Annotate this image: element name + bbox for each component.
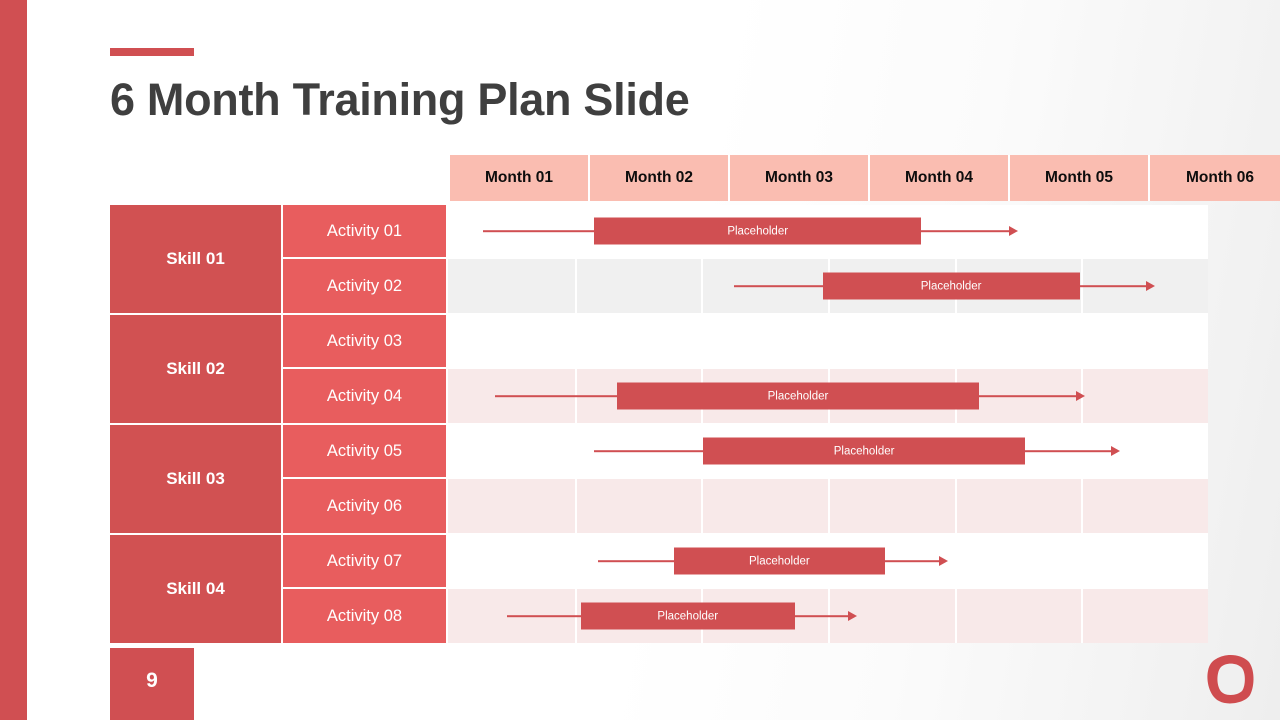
month-gridline — [828, 479, 830, 533]
table-row: Activity 05 Placeholder — [283, 425, 1208, 479]
bar-lead-line — [507, 615, 581, 617]
arrow-head-icon — [939, 556, 949, 566]
month-gridline — [574, 535, 577, 587]
arrow-head-icon — [1009, 226, 1018, 236]
gantt-bar[interactable]: Placeholder — [703, 437, 1025, 465]
month-gridline — [701, 315, 704, 367]
table-row: Activity 08 Placeholder — [283, 589, 1208, 643]
skill-label-1[interactable]: Skill 01 — [110, 205, 283, 313]
activity-label[interactable]: Activity 04 — [283, 369, 448, 423]
timeline-lane: Placeholder — [448, 205, 1208, 257]
timeline-lane: Placeholder — [448, 535, 1208, 587]
skill-group: Skill 01 Activity 01 Placeholder Activity 0… — [110, 205, 1208, 315]
arrow-head-icon — [1110, 446, 1120, 456]
arrow-head-icon — [847, 611, 857, 621]
timeline-lane — [448, 315, 1208, 367]
bar-lead-line — [593, 450, 704, 452]
table-row: Activity 03 — [283, 315, 1208, 369]
month-gridline — [701, 259, 704, 313]
skill-label-3[interactable]: Skill 03 — [110, 425, 283, 533]
skill-group: Skill 03 Activity 05 Placeholder Activity 0… — [110, 425, 1208, 535]
activity-label[interactable]: Activity 07 — [283, 535, 448, 587]
activity-rows: Activity 07 Placeholder Activity 08 Placeho… — [283, 535, 1208, 643]
month-header-cell-4: Month 04 — [870, 155, 1010, 201]
month-gridline — [574, 479, 577, 533]
bar-lead-line — [733, 285, 823, 287]
table-row: Activity 07 Placeholder — [283, 535, 1208, 589]
company-logo — [1200, 650, 1262, 708]
month-header-cell-3: Month 03 — [730, 155, 870, 201]
bar-lead-line — [495, 395, 617, 397]
month-header-cell-5: Month 05 — [1010, 155, 1150, 201]
activity-label[interactable]: Activity 01 — [283, 205, 448, 257]
activity-rows: Activity 05 Placeholder Activity 06 — [283, 425, 1208, 533]
month-gridline — [954, 315, 957, 367]
month-gridline — [1081, 589, 1084, 643]
gantt-body: Skill 01 Activity 01 Placeholder Activity 0… — [110, 205, 1208, 643]
gantt-bar[interactable]: Placeholder — [616, 382, 980, 410]
table-row: Activity 01 Placeholder — [283, 205, 1208, 259]
gantt-bar[interactable]: Placeholder — [593, 217, 922, 245]
timeline-lane: Placeholder — [448, 589, 1208, 643]
page-title: 6 Month Training Plan Slide — [110, 74, 690, 125]
month-header-cell-6: Month 06 — [1150, 155, 1280, 201]
month-gridline — [574, 425, 577, 477]
gantt-bar[interactable]: Placeholder — [581, 602, 795, 630]
bar-tail-line — [885, 560, 940, 562]
timeline-lane: Placeholder — [448, 259, 1208, 313]
month-gridline — [701, 479, 704, 533]
month-gridline — [1081, 315, 1084, 367]
bar-tail-line — [1024, 450, 1112, 452]
month-gridline — [574, 315, 577, 367]
bar-tail-line — [921, 230, 1010, 232]
skill-group: Skill 02 Activity 03 Activity 04 Placeholde… — [110, 315, 1208, 425]
arrow-head-icon — [1145, 281, 1155, 291]
timeline-lane — [448, 479, 1208, 533]
table-row: Activity 06 — [283, 479, 1208, 533]
arrow-head-icon — [1075, 391, 1085, 401]
month-gridline — [1081, 205, 1084, 257]
month-header-cell-2: Month 02 — [590, 155, 730, 201]
timeline-lane: Placeholder — [448, 425, 1208, 477]
bar-tail-line — [1079, 285, 1147, 287]
bar-lead-line — [482, 230, 594, 232]
table-row: Activity 04 Placeholder — [283, 369, 1208, 423]
activity-label[interactable]: Activity 05 — [283, 425, 448, 477]
table-row: Activity 02 Placeholder — [283, 259, 1208, 313]
activity-label[interactable]: Activity 03 — [283, 315, 448, 367]
slide-canvas: 6 Month Training Plan Slide Month 01 Mont… — [0, 0, 1280, 720]
month-gridline — [954, 535, 957, 587]
left-accent-stripe — [0, 0, 27, 720]
bar-lead-line — [598, 560, 674, 562]
month-gridline — [954, 479, 957, 533]
activity-label[interactable]: Activity 02 — [283, 259, 448, 313]
bar-tail-line — [979, 395, 1077, 397]
month-gridline — [954, 589, 957, 643]
activity-label[interactable]: Activity 06 — [283, 479, 448, 533]
activity-rows: Activity 01 Placeholder Activity 02 Placeho… — [283, 205, 1208, 313]
month-header-cell-1: Month 01 — [450, 155, 590, 201]
month-gridline — [1081, 535, 1084, 587]
gantt-bar[interactable]: Placeholder — [673, 547, 885, 575]
activity-label[interactable]: Activity 08 — [283, 589, 448, 643]
month-gridline — [1081, 479, 1084, 533]
timeline-lane: Placeholder — [448, 369, 1208, 423]
title-accent-bar — [110, 48, 194, 56]
gantt-bar[interactable]: Placeholder — [822, 272, 1080, 300]
bar-tail-line — [794, 615, 849, 617]
month-header-row: Month 01 Month 02 Month 03 Month 04 Month 05… — [450, 155, 1280, 201]
skill-label-2[interactable]: Skill 02 — [110, 315, 283, 423]
activity-rows: Activity 03 Activity 04 Placeholder — [283, 315, 1208, 423]
skill-label-4[interactable]: Skill 04 — [110, 535, 283, 643]
month-gridline — [574, 259, 577, 313]
month-gridline — [828, 315, 830, 367]
page-number-badge: 9 — [110, 648, 194, 720]
skill-group: Skill 04 Activity 07 Placeholder Activity 0… — [110, 535, 1208, 643]
